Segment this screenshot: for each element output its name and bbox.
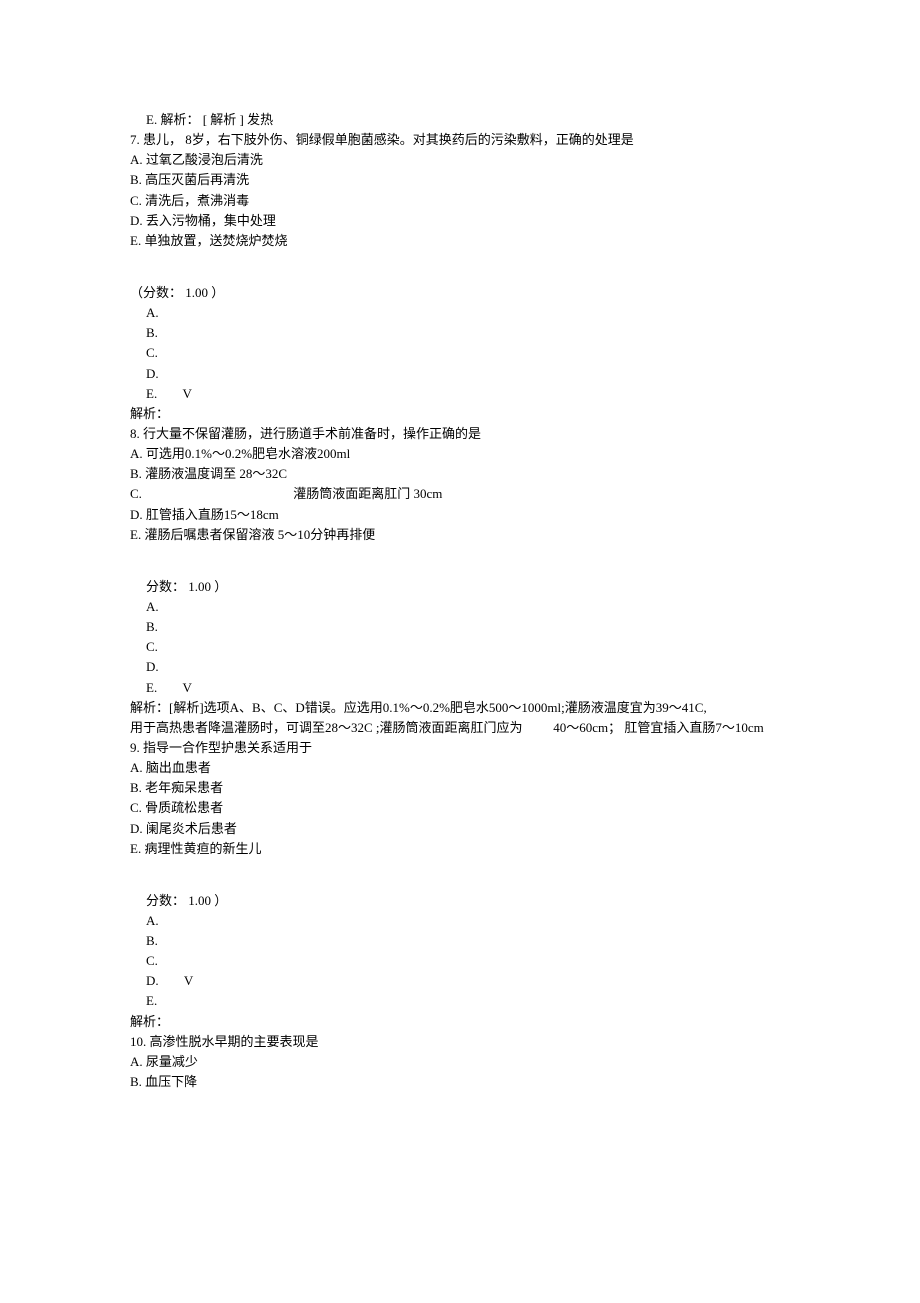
- page: E. 解析： [ 解析 ] 发热 7. 患儿， 8岁，右下肢外伤、铜绿假单胞菌感…: [0, 0, 920, 1303]
- q10-stem: 10. 高渗性脱水早期的主要表现是: [130, 1032, 800, 1052]
- q9-explanation: 解析：: [130, 1012, 800, 1032]
- q8-explanation-part-b: 40～60cm； 肛管宜插入直肠7～10cm: [553, 720, 764, 735]
- q9-answer-d: D. V: [130, 971, 800, 991]
- q7-answer-e: E. V: [130, 384, 800, 404]
- q6-option-e: E. 解析： [ 解析 ] 发热: [130, 110, 800, 130]
- q8-stem: 8. 行大量不保留灌肠，进行肠道手术前准备时，操作正确的是: [130, 424, 800, 444]
- q9-answer-b: B.: [130, 931, 800, 951]
- q8-option-d: D. 肛管插入直肠15～18cm: [130, 505, 800, 525]
- q7-answer-a: A.: [130, 303, 800, 323]
- q9-option-b: B. 老年痴呆患者: [130, 778, 800, 798]
- q9-option-c: C. 骨质疏松患者: [130, 798, 800, 818]
- q7-option-a: A. 过氧乙酸浸泡后清洗: [130, 150, 800, 170]
- q8-score: 分数： 1.00 ）: [130, 577, 800, 597]
- q9-answer-c: C.: [130, 951, 800, 971]
- q7-option-b: B. 高压灭菌后再清洗: [130, 170, 800, 190]
- q8-answer-b: B.: [130, 617, 800, 637]
- q9-score: 分数： 1.00 ）: [130, 891, 800, 911]
- q9-option-a: A. 脑出血患者: [130, 758, 800, 778]
- q8-explanation-line-1: 解析：[解析]选项A、B、C、D错误。应选用0.1%～0.2%肥皂水500～10…: [130, 698, 800, 718]
- q9-answer-e: E.: [130, 991, 800, 1011]
- q9-option-e: E. 病理性黄疸的新生儿: [130, 839, 800, 859]
- q8-answer-d: D.: [130, 657, 800, 677]
- answer-letter-d: D.: [146, 971, 159, 991]
- q8-option-a: A. 可选用0.1%～0.2%肥皂水溶液200ml: [130, 444, 800, 464]
- q7-answer-b: B.: [130, 323, 800, 343]
- q9-stem: 9. 指导一合作型护患关系适用于: [130, 738, 800, 758]
- check-mark: V: [184, 973, 193, 988]
- q7-answer-c: C.: [130, 343, 800, 363]
- q7-answer-d: D.: [130, 364, 800, 384]
- q8-answer-e: E. V: [130, 678, 800, 698]
- answer-letter-e: E.: [146, 678, 157, 698]
- q7-option-c: C. 清洗后，煮沸消毒: [130, 191, 800, 211]
- q9-answer-a: A.: [130, 911, 800, 931]
- q7-score: （分数： 1.00 ）: [130, 283, 800, 303]
- q7-option-d: D. 丢入污物桶，集中处理: [130, 211, 800, 231]
- q9-option-d: D. 阑尾炎术后患者: [130, 819, 800, 839]
- q8-explanation-line-2: 用于高热患者降温灌肠时，可调至28～32C ;灌肠筒液面距离肛门应为 40～60…: [130, 718, 800, 738]
- q8-option-c-label: C.: [130, 484, 290, 504]
- q7-option-e: E. 单独放置，送焚烧炉焚烧: [130, 231, 800, 251]
- q8-answer-a: A.: [130, 597, 800, 617]
- q8-answer-c: C.: [130, 637, 800, 657]
- q7-explanation: 解析：: [130, 404, 800, 424]
- q8-option-b: B. 灌肠液温度调至 28～32C: [130, 464, 800, 484]
- q10-option-b: B. 血压下降: [130, 1072, 800, 1092]
- q8-option-c: C. 灌肠筒液面距离肛门 30cm: [130, 484, 800, 504]
- q7-stem: 7. 患儿， 8岁，右下肢外伤、铜绿假单胞菌感染。对其换药后的污染敷料，正确的处…: [130, 130, 800, 150]
- check-mark: V: [182, 386, 191, 401]
- answer-letter-e: E.: [146, 384, 157, 404]
- q8-option-c-text: 灌肠筒液面距离肛门 30cm: [293, 486, 442, 501]
- check-mark: V: [182, 680, 191, 695]
- q8-explanation-part-a: 用于高热患者降温灌肠时，可调至28～32C ;灌肠筒液面距离肛门应为: [130, 718, 550, 738]
- q10-option-a: A. 尿量减少: [130, 1052, 800, 1072]
- q8-option-e: E. 灌肠后嘱患者保留溶液 5～10分钟再排便: [130, 525, 800, 545]
